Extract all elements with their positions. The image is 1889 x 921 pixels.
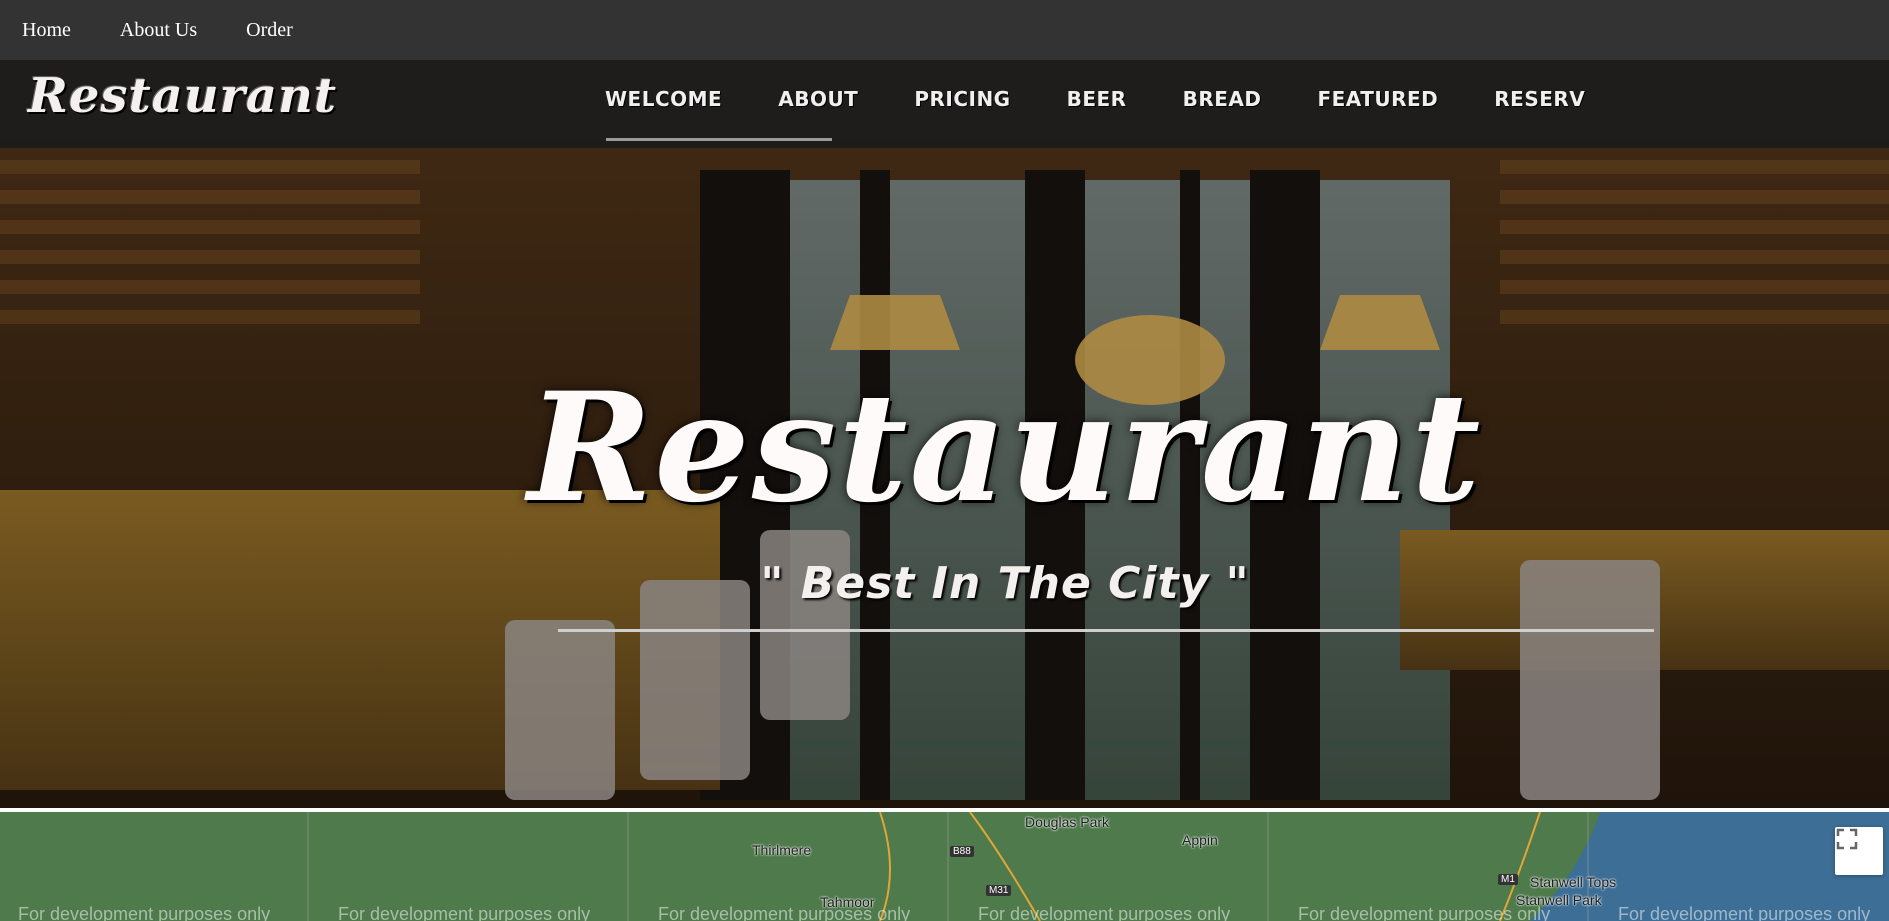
menu-beer[interactable]: BEER <box>1067 87 1127 111</box>
menu-reservation[interactable]: RESERV <box>1494 87 1585 111</box>
map-tiles <box>0 812 1889 921</box>
nav-home-link[interactable]: Home <box>22 19 71 42</box>
dev-watermark: For development purposes only <box>658 904 911 921</box>
road-badge: M31 <box>986 885 1012 896</box>
hero-tagline: " Best In The City " <box>760 558 1250 609</box>
menu-featured[interactable]: FEATURED <box>1317 87 1438 111</box>
dev-watermark: For development purposes only <box>18 904 271 921</box>
dev-watermark: For development purposes only <box>1618 904 1871 921</box>
site-header: Restaurant WELCOME ABOUT PRICING BEER BR… <box>0 60 1889 148</box>
site-logo[interactable]: Restaurant <box>28 68 337 124</box>
site-menu: WELCOME ABOUT PRICING BEER BREAD FEATURE… <box>605 87 1641 111</box>
map-place-label: Appin <box>1182 832 1218 848</box>
menu-pricing[interactable]: PRICING <box>914 87 1010 111</box>
dev-watermark: For development purposes only <box>978 904 1231 921</box>
hero-banner: Restaurant WELCOME ABOUT PRICING BEER BR… <box>0 60 1889 808</box>
fullscreen-icon <box>1836 828 1858 850</box>
dev-watermark: For development purposes only <box>1298 904 1551 921</box>
hero-divider <box>558 629 1654 632</box>
road-badge: M1 <box>1498 874 1518 885</box>
menu-bread[interactable]: BREAD <box>1183 87 1262 111</box>
map-embed[interactable]: Thirlmere Douglas Park Appin Tahmoor Sta… <box>0 812 1889 921</box>
menu-about[interactable]: ABOUT <box>778 87 858 111</box>
active-menu-underline <box>606 138 832 141</box>
map-place-label: Douglas Park <box>1025 814 1110 830</box>
nav-order-link[interactable]: Order <box>246 19 293 42</box>
nav-about-link[interactable]: About Us <box>120 19 197 42</box>
map-fullscreen-button[interactable] <box>1835 827 1883 875</box>
top-nav: Home About Us Order <box>0 0 1889 60</box>
map-place-label: Stanwell Tops <box>1530 874 1617 890</box>
hero-title: Restaurant <box>527 360 1483 536</box>
map-place-label: Thirlmere <box>752 842 812 858</box>
menu-welcome[interactable]: WELCOME <box>605 87 722 111</box>
dev-watermark: For development purposes only <box>338 904 591 921</box>
road-badge: B88 <box>950 846 974 857</box>
